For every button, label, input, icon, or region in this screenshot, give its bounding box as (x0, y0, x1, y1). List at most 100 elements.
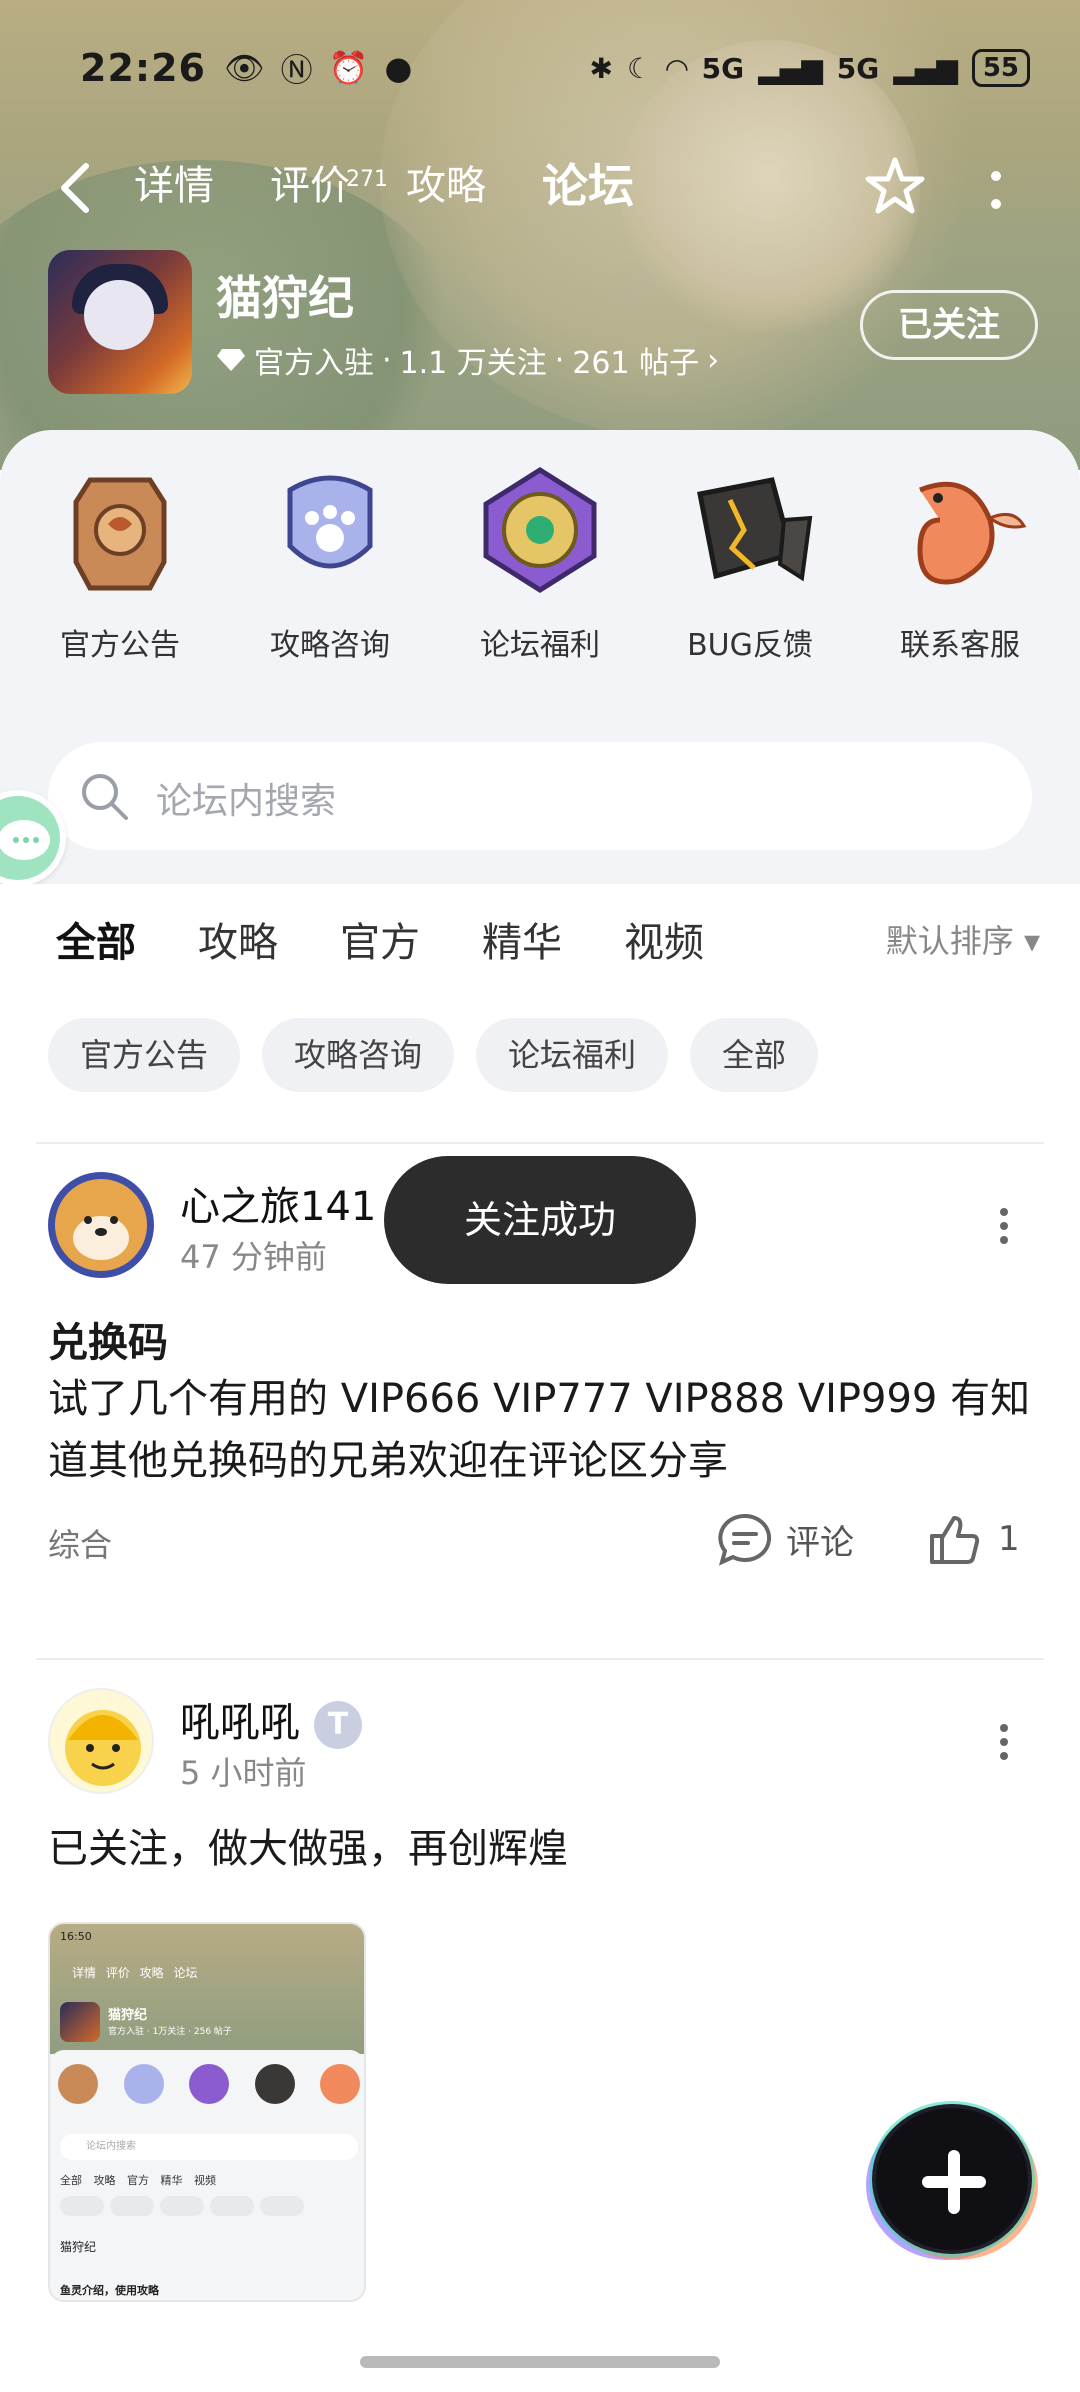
filter-tab-video[interactable]: 视频 (624, 910, 704, 968)
chat-bubble-icon (0, 820, 50, 860)
post-image-thumbnail[interactable]: 16:50 详情 评价 攻略 论坛 猫狩纪 官方入驻 · 1万关注 · 256 … (48, 1922, 366, 2302)
tab-forum[interactable]: 论坛 (542, 150, 634, 222)
tab-guides[interactable]: 攻略 (406, 150, 486, 222)
caret-down-icon: ▾ (1023, 922, 1040, 960)
chip-guides[interactable]: 攻略咨询 (262, 1018, 455, 1092)
follow-button[interactable]: 已关注 (860, 290, 1038, 360)
filter-tab-label: 官方 (340, 920, 420, 966)
status-icons-left: 👁 Ⓝ ⏰ ● (224, 45, 412, 91)
quick-link-bug-report[interactable]: BUG反馈 (660, 460, 840, 680)
thumbnail-filter-tabs: 全部 攻略 官方 精华 视频 (60, 2174, 216, 2187)
floating-chat-button[interactable] (0, 790, 66, 886)
plus-icon-vertical (948, 2150, 960, 2214)
filter-tab-all[interactable]: 全部 (56, 910, 136, 974)
tab-guides-label: 攻略 (406, 163, 486, 209)
avatar[interactable] (48, 1172, 154, 1278)
gem-amulet-icon (483, 467, 597, 593)
divider (36, 1658, 1044, 1660)
post-body: 试了几个有用的 VIP666 VIP777 VIP888 VIP999 有知道其… (48, 1376, 1031, 1484)
meta-separator: · (382, 342, 392, 378)
more-icon[interactable] (986, 168, 1006, 212)
thumbs-up-icon (930, 1516, 980, 1564)
forum-search-input[interactable]: 论坛内搜索 (48, 742, 1032, 850)
comment-label: 评论 (786, 1522, 854, 1563)
chip-benefits[interactable]: 论坛福利 (476, 1018, 669, 1092)
thumbnail-time: 16:50 (60, 1930, 92, 1943)
thumbnail-chip (60, 2196, 104, 2216)
comment-button[interactable]: 评论 (716, 1512, 854, 1566)
thumbnail-search: 论坛内搜索 (60, 2134, 358, 2160)
home-indicator[interactable] (360, 2356, 720, 2368)
toast-message: 关注成功 (384, 1156, 696, 1284)
quick-link-notice[interactable]: 官方公告 (30, 460, 210, 680)
level-badge: T (314, 1701, 362, 1749)
game-logo[interactable] (48, 250, 192, 394)
star-icon[interactable] (862, 154, 928, 220)
thumbnail-notice-icon (58, 2064, 98, 2104)
post-author[interactable]: 吼吼吼 (180, 1700, 300, 1746)
posts-count: 261 帖子 (572, 346, 700, 381)
followers-count: 1.1 万关注 (399, 346, 547, 381)
thumbnail-logo (60, 2002, 100, 2042)
thumbnail-chip (110, 2196, 154, 2216)
post-author[interactable]: 心之旅141 (180, 1174, 376, 1232)
quick-link-benefits[interactable]: 论坛福利 (450, 460, 630, 680)
tab-forum-label: 论坛 (542, 159, 634, 213)
meta-separator: · (554, 342, 565, 378)
avatar[interactable] (48, 1688, 154, 1794)
chip-notice[interactable]: 官方公告 (48, 1018, 241, 1092)
thumbnail-meta: 官方入驻 · 1万关注 · 256 帖子 (108, 2027, 232, 2037)
create-post-button[interactable] (872, 2104, 1032, 2254)
reviews-count-badge: 271 (346, 167, 388, 192)
wifi-icon: ◠ (666, 51, 688, 85)
post-more-icon[interactable] (998, 1206, 1010, 1246)
sort-label: 默认排序 (885, 922, 1014, 960)
top-nav: 详情 评价 271 攻略 论坛 (0, 150, 1080, 230)
moon-icon: ☾ (627, 51, 653, 85)
filter-tabs: 全部 攻略 官方 精华 视频 (56, 910, 766, 974)
tab-details[interactable]: 详情 (134, 150, 214, 222)
notification-icon: ● (384, 49, 413, 87)
paw-badge-icon (287, 475, 373, 569)
signal-label-2: 5G (836, 51, 880, 85)
post-more-icon[interactable] (998, 1722, 1010, 1762)
chevron-right-icon: › (707, 342, 720, 378)
chip-all[interactable]: 全部 (690, 1018, 819, 1092)
header-banner: 22:26 👁 Ⓝ ⏰ ● ✱ ☾ ◠ 5G ▂▄▆ 5G ▂▄▆ 55 详情 … (0, 0, 1080, 470)
filter-tab-official[interactable]: 官方 (340, 910, 420, 968)
quick-links: 官方公告 攻略咨询 论坛福利 BUG反馈 联系客服 (0, 460, 1080, 680)
status-bar: 22:26 👁 Ⓝ ⏰ ● ✱ ☾ ◠ 5G ▂▄▆ 5G ▂▄▆ 55 (80, 40, 1030, 96)
status-time: 22:26 (80, 46, 206, 90)
thumbnail-koi-icon (320, 2064, 360, 2104)
quick-link-support[interactable]: 联系客服 (870, 460, 1050, 680)
back-icon[interactable] (56, 160, 96, 216)
filter-tab-featured[interactable]: 精华 (482, 910, 562, 968)
filter-tab-label: 全部 (56, 920, 136, 966)
filter-tab-label: 攻略 (198, 920, 278, 966)
thumbnail-gem-icon (189, 2064, 229, 2104)
official-label: 官方入驻 (254, 346, 374, 381)
post-tag[interactable]: 综合 (48, 1520, 112, 1566)
koi-fish-icon (917, 481, 1027, 585)
thumbnail-chips (60, 2196, 304, 2216)
game-info: 猫狩纪 官方入驻 · 1.1 万关注 · 261 帖子 › 已关注 (48, 250, 1038, 400)
quick-link-label: 官方公告 (60, 628, 180, 663)
sort-dropdown[interactable]: 默认排序 ▾ (886, 916, 1040, 962)
filter-tab-guides[interactable]: 攻略 (198, 910, 278, 968)
post-title: 兑换码 (48, 1320, 168, 1366)
thumbnail-chip (160, 2196, 204, 2216)
quick-link-label: 论坛福利 (480, 628, 600, 663)
cartoon-avatar-icon (65, 1710, 141, 1786)
quick-link-guides[interactable]: 攻略咨询 (240, 460, 420, 680)
post-body: 已关注，做大做强，再创辉煌 (48, 1826, 568, 1872)
eye-icon: 👁 (223, 49, 265, 87)
search-icon (82, 774, 128, 820)
comment-icon (718, 1513, 772, 1566)
game-meta[interactable]: 官方入驻 · 1.1 万关注 · 261 帖子 › (216, 338, 719, 382)
like-button[interactable]: 1 (926, 1512, 1020, 1566)
thumbnail-tabs: 详情 评价 攻略 论坛 (72, 1966, 198, 1980)
like-count: 1 (998, 1519, 1020, 1559)
signal-icon: ▂▄▆ (758, 51, 823, 85)
tab-reviews[interactable]: 评价 271 (270, 150, 388, 222)
notice-plaque-icon (73, 477, 167, 591)
